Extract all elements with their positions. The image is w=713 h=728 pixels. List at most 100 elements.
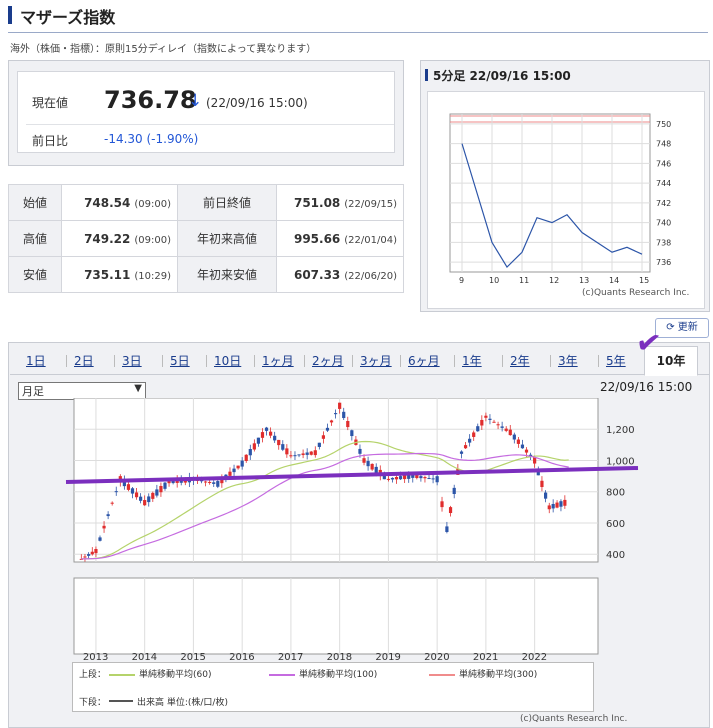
stat-value: 749.22 (09:00) — [61, 220, 178, 257]
candle-body — [484, 415, 488, 418]
candle-body — [342, 411, 346, 419]
legend-swatch — [109, 673, 135, 676]
tab-period[interactable]: 5年 — [606, 352, 626, 369]
stats-row: 高値 749.22 (09:00) 年初来高値 995.66 (22/01/04) — [8, 220, 404, 257]
candle-body — [317, 442, 321, 447]
candle-body — [338, 402, 342, 409]
tab-separator — [304, 355, 305, 367]
candle-body — [260, 432, 265, 438]
tab-period[interactable]: 1ヶ月 — [262, 352, 294, 369]
candle-body — [325, 427, 330, 431]
candle-body — [208, 481, 212, 483]
period-select-value: 月足 — [22, 385, 44, 398]
intraday-accent-bar — [425, 69, 428, 81]
quote-panel: 現在値 736.78 ↓ (22/09/16 15:00) 前日比 -14.30… — [8, 60, 404, 166]
tab-separator — [400, 355, 401, 367]
mini-x-tick: 15 — [639, 276, 649, 285]
candle-body — [512, 434, 516, 440]
tab-period[interactable]: 2日 — [74, 352, 94, 369]
candle-body — [496, 424, 500, 426]
y-tick-label: 400 — [606, 550, 625, 561]
intraday-credit: (c)Quants Research Inc. — [582, 288, 690, 298]
y-tick-label: 600 — [606, 519, 625, 530]
candle-body — [232, 468, 236, 473]
candle-body — [293, 455, 297, 457]
candle-body — [423, 477, 427, 479]
tab-period[interactable]: 5日 — [170, 352, 190, 369]
mini-x-tick: 12 — [549, 276, 559, 285]
candle-body — [240, 460, 244, 467]
tab-period[interactable]: 1年 — [462, 352, 482, 369]
stat-label: 年初来安値 — [177, 256, 277, 293]
intraday-chart: 750 748 746 744 742 740 738 736 9 10 11 12 13 14 15 — [449, 113, 671, 285]
candle-body — [445, 526, 449, 532]
candle-body — [269, 431, 273, 436]
stat-value: 748.54 (09:00) — [61, 184, 178, 221]
legend-swatch — [429, 673, 455, 676]
candle-body — [431, 478, 435, 480]
stat-label: 前日終値 — [177, 184, 277, 221]
candle-body — [106, 514, 110, 517]
candle-body — [301, 453, 305, 456]
candle-body — [155, 489, 159, 496]
tab-period[interactable]: 3日 — [122, 352, 142, 369]
tab-period[interactable]: 10日 — [214, 352, 241, 369]
stat-value: 607.33 (22/06/20) — [276, 256, 404, 293]
candle-body — [452, 487, 456, 495]
candle-body — [212, 482, 216, 484]
tab-separator — [66, 355, 67, 367]
candle-body — [394, 476, 399, 480]
candle-body — [102, 525, 106, 529]
candle-body — [143, 500, 147, 506]
candle-body — [273, 435, 277, 441]
stats-table: 始値 748.54 (09:00) 前日終値 751.08 (22/09/15) 高値 749… — [8, 184, 404, 293]
tab-period[interactable]: 3ヶ月 — [360, 352, 392, 369]
candle-body — [403, 475, 407, 480]
candle-body — [358, 448, 362, 454]
candle-body — [228, 471, 232, 476]
tab-period[interactable]: 2ヶ月 — [312, 352, 344, 369]
candle-body — [90, 551, 94, 555]
stat-label: 年初来高値 — [177, 220, 277, 257]
candle-body — [139, 496, 143, 501]
stat-value: 751.08 (22/09/15) — [276, 184, 404, 221]
candle-body — [516, 439, 520, 444]
candle-body — [159, 485, 163, 493]
mini-x-tick: 9 — [459, 276, 464, 285]
candle-body — [134, 492, 139, 498]
candle-body — [98, 537, 102, 541]
candle-body — [362, 458, 366, 463]
y-tick-label: 1,200 — [606, 425, 635, 436]
candle-body — [252, 443, 256, 450]
legend-lower-label: 下段： — [79, 698, 107, 708]
candle-body — [94, 549, 98, 554]
delay-note: 海外（株価・指標）：原則15分ディレイ（指数によって異なります） — [10, 44, 317, 55]
candle-body — [370, 463, 374, 470]
refresh-label: 更新 — [677, 322, 698, 333]
candle-body — [459, 451, 464, 454]
candle-body — [533, 457, 537, 464]
candle-body — [492, 421, 496, 423]
candle-body — [130, 488, 135, 494]
candle-body — [216, 481, 220, 487]
candle-body — [390, 477, 395, 480]
candle-body — [204, 481, 208, 483]
tab-period[interactable]: 2年 — [510, 352, 530, 369]
candle-body — [321, 435, 326, 439]
candle-body — [147, 496, 151, 503]
tab-period[interactable]: 3年 — [558, 352, 578, 369]
tab-separator — [454, 355, 455, 367]
candle-body — [427, 478, 431, 480]
legend-items: 単純移動平均(60) 単純移動平均(100) 単純移動平均(300) — [109, 665, 589, 680]
tab-period[interactable]: 1日 — [26, 352, 46, 369]
legend-label: 単純移動平均(60) — [139, 670, 212, 680]
stat-label: 高値 — [8, 220, 62, 257]
y-tick-label: 800 — [606, 488, 625, 499]
candle-body — [559, 501, 563, 507]
candle-body — [277, 439, 281, 446]
tab-separator — [502, 355, 503, 367]
tab-period[interactable]: 6ヶ月 — [408, 352, 440, 369]
volume-legend: 出来高 単位:(株/口/枚) — [137, 698, 228, 708]
candle-body — [285, 448, 289, 455]
tab-separator — [162, 355, 163, 367]
